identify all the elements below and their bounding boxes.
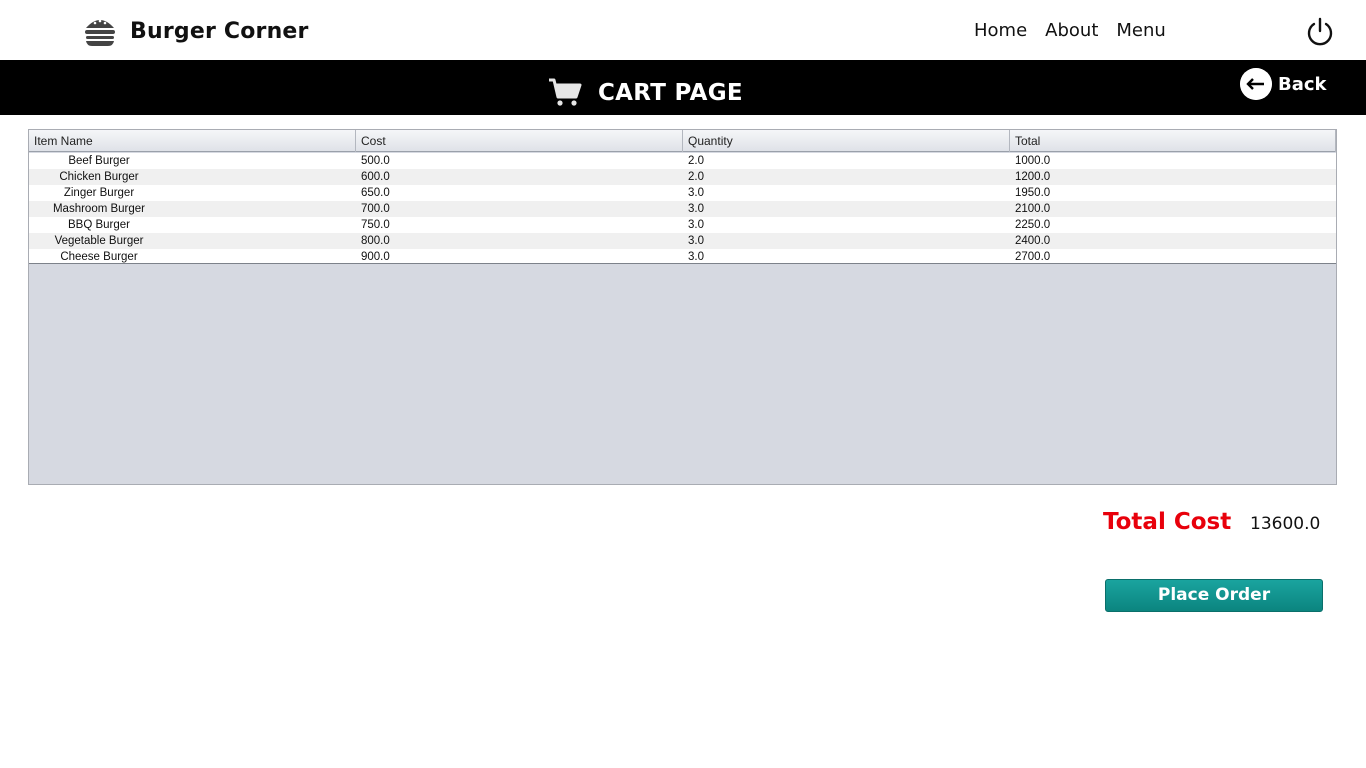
cart-icon [549, 78, 582, 106]
column-header-quantity[interactable]: Quantity [683, 130, 1010, 152]
cell-cost: 500.0 [361, 155, 390, 167]
place-order-button[interactable]: Place Order [1105, 579, 1323, 612]
top-navigation-bar: Burger Corner Home About Menu [0, 0, 1366, 60]
cell-cost: 700.0 [361, 203, 390, 215]
page-header: CART PAGE Back [0, 60, 1366, 115]
cell-quantity: 3.0 [688, 235, 704, 247]
app-title: Burger Corner [130, 18, 309, 44]
power-icon[interactable] [1304, 16, 1336, 48]
cell-quantity: 3.0 [688, 251, 704, 263]
cell-cost: 750.0 [361, 219, 390, 231]
cell-item-name: Vegetable Burger [54, 235, 144, 247]
cell-total: 2700.0 [1015, 251, 1051, 263]
table-row[interactable]: Beef Burger 500.0 2.0 1000.0 [29, 153, 1336, 169]
cell-total: 1950.0 [1015, 187, 1051, 199]
cell-quantity: 3.0 [688, 187, 704, 199]
cell-item-name: Beef Burger [68, 155, 130, 167]
table-row[interactable]: Cheese Burger 900.0 3.0 2700.0 [29, 249, 1336, 263]
nav-menu-link[interactable]: Menu [1116, 20, 1165, 41]
column-header-total[interactable]: Total [1010, 130, 1336, 152]
cell-quantity: 2.0 [688, 171, 704, 183]
table-header: Item Name Cost Quantity Total [29, 130, 1336, 152]
arrow-left-icon [1240, 68, 1272, 100]
nav-about-link[interactable]: About [1045, 20, 1098, 41]
cell-item-name: Chicken Burger [59, 171, 139, 183]
cell-total: 2250.0 [1015, 219, 1051, 231]
cell-total: 1200.0 [1015, 171, 1051, 183]
burger-icon [85, 19, 115, 46]
page-title: CART PAGE [598, 80, 743, 106]
brand: Burger Corner [84, 14, 309, 48]
back-label: Back [1278, 73, 1327, 95]
table-row[interactable]: Mashroom Burger 700.0 3.0 2100.0 [29, 201, 1336, 217]
cell-quantity: 2.0 [688, 155, 704, 167]
total-cost-label: Total Cost [1103, 509, 1232, 535]
back-button[interactable]: Back [1240, 68, 1327, 100]
table-row[interactable]: Vegetable Burger 800.0 3.0 2400.0 [29, 233, 1336, 249]
cell-item-name: Zinger Burger [63, 187, 135, 199]
cell-cost: 650.0 [361, 187, 390, 199]
cell-total: 2100.0 [1015, 203, 1051, 215]
column-header-item-name[interactable]: Item Name [29, 130, 356, 152]
total-cost-value: 13600.0 [1250, 514, 1321, 534]
cell-cost: 800.0 [361, 235, 390, 247]
cell-total: 1000.0 [1015, 155, 1051, 167]
table-row[interactable]: Zinger Burger 650.0 3.0 1950.0 [29, 185, 1336, 201]
cell-item-name: Cheese Burger [60, 251, 138, 263]
cell-quantity: 3.0 [688, 203, 704, 215]
cell-item-name: Mashroom Burger [52, 203, 146, 215]
cell-cost: 600.0 [361, 171, 390, 183]
cell-cost: 900.0 [361, 251, 390, 263]
cell-quantity: 3.0 [688, 219, 704, 231]
table-body: Beef Burger 500.0 2.0 1000.0 Chicken Bur… [29, 153, 1336, 264]
cell-item-name: BBQ Burger [68, 219, 130, 231]
cart-table[interactable]: Item Name Cost Quantity Total Beef Burge… [28, 129, 1337, 485]
column-header-cost[interactable]: Cost [356, 130, 683, 152]
table-row[interactable]: Chicken Burger 600.0 2.0 1200.0 [29, 169, 1336, 185]
cell-total: 2400.0 [1015, 235, 1051, 247]
table-row[interactable]: BBQ Burger 750.0 3.0 2250.0 [29, 217, 1336, 233]
main-nav: Home About Menu [974, 20, 1184, 41]
nav-home-link[interactable]: Home [974, 20, 1027, 41]
